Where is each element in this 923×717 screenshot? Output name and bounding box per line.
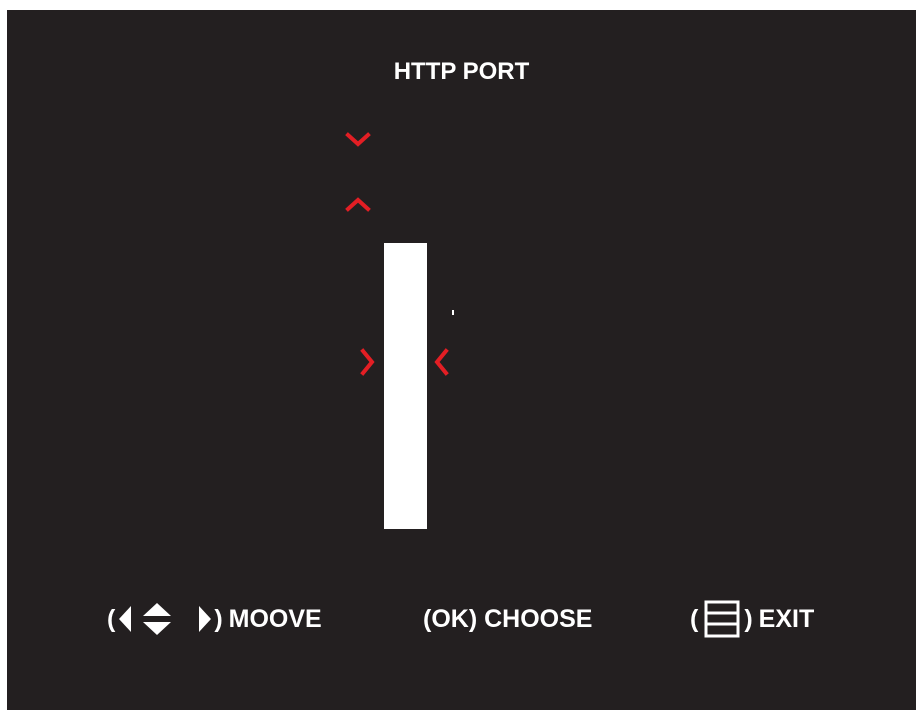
choose-label: (OK) CHOOSE — [423, 604, 593, 633]
http-port-screen: HTTP PORT 0 1 2 3 ( ) MOOVE (OK) CHOOSE — [7, 10, 916, 710]
move-label: MOOVE — [228, 604, 322, 633]
page-title: HTTP PORT — [393, 58, 530, 85]
menu-icon — [704, 600, 740, 638]
exit-close-paren: ) — [744, 604, 753, 633]
move-close-paren: ) — [214, 604, 223, 633]
digit-option[interactable]: 1 — [384, 393, 427, 425]
arrow-keys-icon — [119, 603, 212, 635]
choose-hint: (OK) CHOOSE — [423, 601, 592, 637]
chevron-right-icon[interactable] — [359, 348, 377, 376]
chevron-up-icon[interactable] — [345, 196, 371, 212]
cursor-mark — [452, 310, 454, 315]
digit-option[interactable]: 2 — [384, 437, 427, 469]
chevron-down-icon[interactable] — [345, 132, 371, 148]
chevron-left-icon[interactable] — [432, 348, 450, 376]
move-open-paren: ( — [107, 604, 116, 633]
exit-open-paren: ( — [690, 604, 699, 633]
digit-option[interactable]: 3 — [384, 482, 427, 514]
digit-option-selected[interactable]: 0 — [384, 347, 427, 379]
exit-hint: ( ) EXIT — [690, 600, 815, 638]
move-hint: ( ) MOOVE — [107, 601, 322, 637]
exit-label: EXIT — [758, 604, 815, 633]
